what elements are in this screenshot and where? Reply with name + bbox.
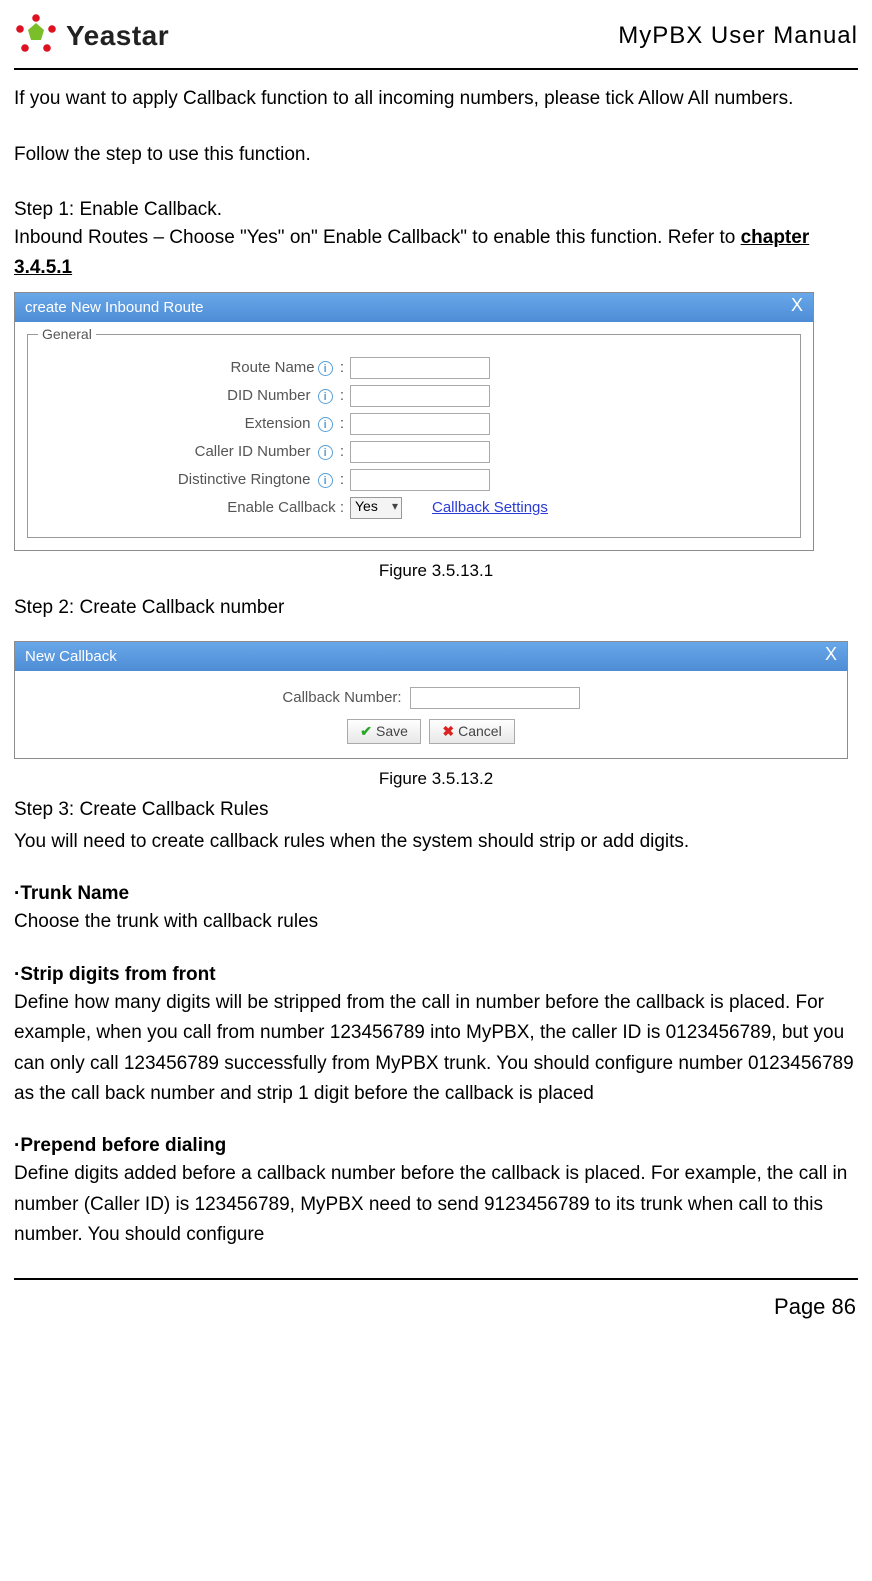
cancel-button-label: Cancel xyxy=(458,723,502,739)
label-caller-id: Caller ID Number xyxy=(195,443,311,460)
step1-desc: Inbound Routes – Choose "Yes" on" Enable… xyxy=(14,223,858,284)
cancel-button[interactable]: ✖Cancel xyxy=(429,719,514,744)
save-button[interactable]: ✔Save xyxy=(347,719,421,744)
prepend-heading: ·Prepend before dialing xyxy=(14,1135,858,1157)
callback-settings-link[interactable]: Callback Settings xyxy=(432,499,548,516)
label-did-number: DID Number xyxy=(227,387,310,404)
label-distinctive-ringtone: Distinctive Ringtone xyxy=(178,471,311,488)
close-icon[interactable]: X xyxy=(825,644,837,665)
extension-input[interactable] xyxy=(350,413,490,435)
step1-title: Step 1: Enable Callback. xyxy=(14,199,858,221)
row-did-number: DID Number i : xyxy=(40,385,788,407)
route-name-input[interactable] xyxy=(350,357,490,379)
did-number-input[interactable] xyxy=(350,385,490,407)
label-extension: Extension xyxy=(245,415,311,432)
step3-desc: You will need to create callback rules w… xyxy=(14,827,858,857)
enable-callback-select[interactable]: Yes xyxy=(350,497,402,519)
save-button-label: Save xyxy=(376,723,408,739)
row-enable-callback: Enable Callback : Yes Callback Settings xyxy=(40,497,788,519)
page-header: Yeastar MyPBX User Manual xyxy=(14,12,858,64)
yeastar-star-icon xyxy=(14,14,58,58)
step1-desc-text: Inbound Routes – Choose "Yes" on" Enable… xyxy=(14,227,741,248)
modal1-titlebar: create New Inbound Route X xyxy=(15,293,813,322)
row-distinctive-ringtone: Distinctive Ringtone i : xyxy=(40,469,788,491)
figure1-caption: Figure 3.5.13.1 xyxy=(14,561,858,581)
info-icon[interactable]: i xyxy=(318,361,333,376)
row-extension: Extension i : xyxy=(40,413,788,435)
check-icon: ✔ xyxy=(360,723,372,739)
info-icon[interactable]: i xyxy=(318,389,333,404)
row-caller-id: Caller ID Number i : xyxy=(40,441,788,463)
intro-paragraph-2: Follow the step to use this function. xyxy=(14,140,858,170)
inbound-route-modal: create New Inbound Route X General Route… xyxy=(14,292,814,551)
x-icon: ✖ xyxy=(442,723,454,739)
label-enable-callback: Enable Callback : xyxy=(227,499,344,516)
prepend-desc: Define digits added before a callback nu… xyxy=(14,1159,858,1250)
brand-name: Yeastar xyxy=(66,20,169,52)
label-route-name: Route Name xyxy=(230,359,314,376)
callback-number-input[interactable] xyxy=(410,687,580,709)
fieldset-legend: General xyxy=(38,326,96,342)
brand-logo: Yeastar xyxy=(14,14,169,58)
caller-id-input[interactable] xyxy=(350,441,490,463)
modal2-button-row: ✔Save ✖Cancel xyxy=(15,713,847,758)
trunk-name-desc: Choose the trunk with callback rules xyxy=(14,907,858,937)
footer-rule xyxy=(14,1278,858,1280)
new-callback-modal: New Callback X Callback Number: ✔Save ✖C… xyxy=(14,641,848,759)
callback-number-row: Callback Number: xyxy=(15,671,847,713)
modal2-titlebar: New Callback X xyxy=(15,642,847,671)
info-icon[interactable]: i xyxy=(318,473,333,488)
header-rule xyxy=(14,68,858,70)
close-icon[interactable]: X xyxy=(791,295,803,316)
row-route-name: Route Namei : xyxy=(40,357,788,379)
info-icon[interactable]: i xyxy=(318,445,333,460)
step3-title: Step 3: Create Callback Rules xyxy=(14,795,858,825)
figure2-caption: Figure 3.5.13.2 xyxy=(14,769,858,789)
trunk-name-heading: ·Trunk Name xyxy=(14,883,858,905)
label-callback-number: Callback Number: xyxy=(282,689,401,706)
page-number: Page 86 xyxy=(14,1294,858,1320)
document-title: MyPBX User Manual xyxy=(618,22,858,50)
modal2-title: New Callback xyxy=(25,648,117,665)
strip-digits-desc: Define how many digits will be stripped … xyxy=(14,988,858,1110)
info-icon[interactable]: i xyxy=(318,417,333,432)
strip-digits-heading: ·Strip digits from front xyxy=(14,964,858,986)
modal1-title: create New Inbound Route xyxy=(25,299,203,316)
step2-title: Step 2: Create Callback number xyxy=(14,597,858,619)
general-fieldset: General Route Namei : DID Number i : Ext… xyxy=(27,334,801,538)
distinctive-ringtone-input[interactable] xyxy=(350,469,490,491)
intro-paragraph-1: If you want to apply Callback function t… xyxy=(14,84,858,114)
